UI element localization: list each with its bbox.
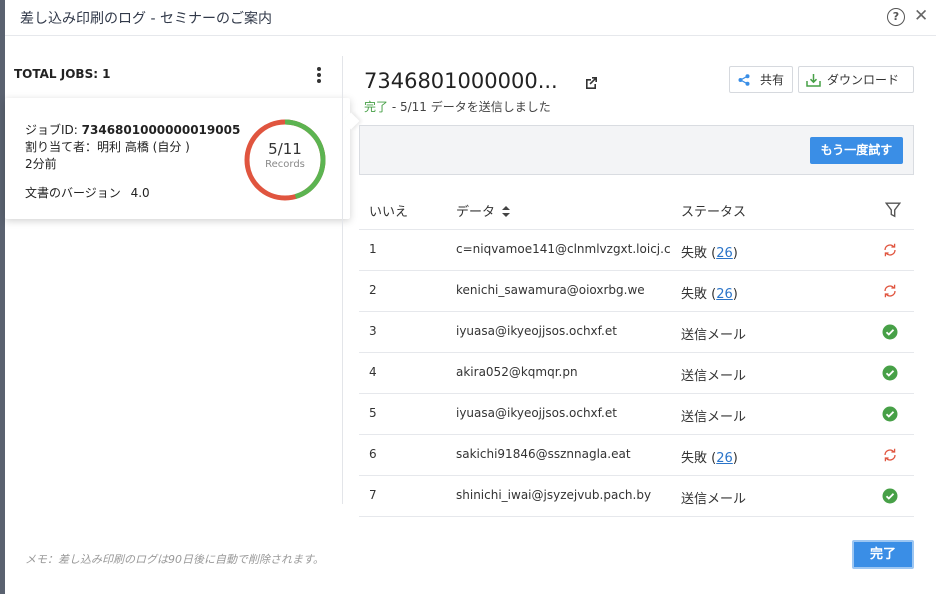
row-data: shinichi_iwai@jsyzejvub.pach.by bbox=[456, 488, 652, 502]
footer-note: メモ：差し込み印刷のログは90日後に自動で削除されます。 bbox=[25, 553, 324, 566]
share-button[interactable]: 共有 bbox=[729, 66, 793, 93]
merge-log-dialog: 差し込み印刷のログ - セミナーのご案内 ? ✕ TOTAL JOBS: 1 ジ… bbox=[0, 0, 936, 594]
job-id-line: ジョブID: 7346801000000019005 bbox=[25, 121, 240, 138]
version-value: 4.0 bbox=[130, 186, 150, 200]
row-data: c=niqvamoe141@clnmlvzgxt.loicj.cb bbox=[456, 242, 671, 256]
download-button[interactable]: ダウンロード bbox=[798, 66, 914, 93]
table-row: 7 shinichi_iwai@jsyzejvub.pach.by 送信メール bbox=[359, 476, 914, 517]
retry-button[interactable]: もう一度試す bbox=[810, 137, 903, 164]
table-row: 4 akira052@kqmqr.pn 送信メール bbox=[359, 353, 914, 394]
row-number: 5 bbox=[369, 406, 377, 420]
row-number: 7 bbox=[369, 488, 377, 502]
row-data: sakichi91846@ssznnagla.eat bbox=[456, 447, 631, 461]
download-icon bbox=[806, 73, 821, 87]
table-row: 5 iyuasa@ikyeojjsos.ochxf.et 送信メール bbox=[359, 394, 914, 435]
error-count-link[interactable]: 26 bbox=[716, 451, 733, 466]
job-id-label: ジョブID: bbox=[25, 123, 78, 137]
retry-icon[interactable] bbox=[882, 242, 898, 258]
row-status: 失敗 (26) bbox=[681, 246, 738, 261]
records-table: いいえ データ ステータス 1 c=niqvamoe141@clnmlvzgxt.… bbox=[359, 189, 914, 517]
table-row: 6 sakichi91846@ssznnagla.eat 失敗 (26) bbox=[359, 435, 914, 476]
filter-icon[interactable] bbox=[885, 202, 901, 218]
close-icon[interactable]: ✕ bbox=[914, 6, 928, 26]
row-status-text: 失敗 bbox=[681, 287, 708, 302]
row-status-text: 送信メール bbox=[681, 369, 747, 384]
job-detail-panel: 7346801000000... 完了 - 5/11 データを送信しました 共有… bbox=[343, 37, 936, 517]
row-status-text: 送信メール bbox=[681, 328, 747, 343]
status-done: 完了 bbox=[364, 100, 389, 114]
table-row: 1 c=niqvamoe141@clnmlvzgxt.loicj.cb 失敗 (26… bbox=[359, 230, 914, 271]
version-line: 文書のバージョン 4.0 bbox=[25, 184, 150, 201]
job-id-value: 7346801000000019005 bbox=[81, 123, 241, 137]
row-number: 1 bbox=[369, 242, 377, 256]
error-count-link[interactable]: 26 bbox=[716, 287, 733, 302]
row-data: iyuasa@ikyeojjsos.ochxf.et bbox=[456, 324, 617, 338]
table-row: 2 kenichi_sawamura@oioxrbg.we 失敗 (26) bbox=[359, 271, 914, 312]
records-label: Records bbox=[265, 159, 305, 170]
version-label: 文書のバージョン bbox=[25, 186, 121, 200]
row-status: 送信メール bbox=[681, 324, 746, 343]
row-status: 送信メール bbox=[681, 406, 746, 425]
job-card[interactable]: ジョブID: 7346801000000019005 割り当て者：明利 高橋 (… bbox=[5, 98, 360, 219]
row-number: 3 bbox=[369, 324, 377, 338]
sort-icon bbox=[502, 206, 511, 217]
external-link-icon[interactable] bbox=[583, 75, 599, 91]
row-data: iyuasa@ikyeojjsos.ochxf.et bbox=[456, 406, 617, 420]
row-number: 6 bbox=[369, 447, 377, 461]
assigned-value: 明利 高橋 (自分 ) bbox=[97, 140, 190, 154]
share-label: 共有 bbox=[760, 73, 785, 87]
done-button[interactable]: 完了 bbox=[852, 540, 914, 569]
table-body: 1 c=niqvamoe141@clnmlvzgxt.loicj.cb 失敗 (26… bbox=[359, 230, 914, 517]
download-label: ダウンロード bbox=[827, 73, 900, 87]
row-status: 送信メール bbox=[681, 365, 746, 384]
row-data: akira052@kqmqr.pn bbox=[456, 365, 578, 379]
jobs-panel: TOTAL JOBS: 1 ジョブID: 7346801000000019005… bbox=[5, 37, 360, 507]
share-icon bbox=[738, 73, 750, 86]
row-number: 2 bbox=[369, 283, 377, 297]
row-status: 失敗 (26) bbox=[681, 287, 738, 302]
row-status-text: 失敗 bbox=[681, 246, 708, 261]
check-circle-icon bbox=[882, 365, 898, 381]
more-options-icon[interactable] bbox=[317, 67, 323, 85]
table-header: いいえ データ ステータス bbox=[359, 189, 914, 230]
records-count: 5/11 bbox=[268, 140, 302, 158]
assigned-label: 割り当て者： bbox=[25, 140, 98, 154]
column-status[interactable]: ステータス bbox=[681, 201, 746, 220]
job-status-line: 完了 - 5/11 データを送信しました bbox=[364, 98, 551, 115]
row-data: kenichi_sawamura@oioxrbg.we bbox=[456, 283, 645, 297]
job-time: 2分前 bbox=[25, 157, 57, 171]
row-status-text: 送信メール bbox=[681, 410, 747, 425]
dialog-title: 差し込み印刷のログ - セミナーのご案内 bbox=[20, 11, 272, 27]
question-circle-icon[interactable]: ? bbox=[887, 8, 905, 26]
error-count-link[interactable]: 26 bbox=[716, 246, 733, 261]
row-status: 送信メール bbox=[681, 488, 746, 507]
assigned-line: 割り当て者：明利 高橋 (自分 ) bbox=[25, 138, 190, 155]
row-number: 4 bbox=[369, 365, 377, 379]
retry-bar: もう一度試す bbox=[359, 125, 914, 175]
row-status: 失敗 (26) bbox=[681, 451, 738, 466]
records-counter: 5/11 Records bbox=[243, 140, 327, 170]
check-circle-icon bbox=[882, 406, 898, 422]
column-data-label: データ bbox=[456, 205, 496, 220]
check-circle-icon bbox=[882, 324, 898, 340]
title-bar: 差し込み印刷のログ - セミナーのご案内 ? ✕ bbox=[5, 0, 936, 36]
row-status-text: 失敗 bbox=[681, 451, 708, 466]
total-jobs-header: TOTAL JOBS: 1 bbox=[14, 67, 111, 81]
table-row: 3 iyuasa@ikyeojjsos.ochxf.et 送信メール bbox=[359, 312, 914, 353]
retry-icon[interactable] bbox=[882, 283, 898, 299]
job-title: 7346801000000... bbox=[364, 69, 558, 93]
row-status-text: 送信メール bbox=[681, 492, 747, 507]
column-no[interactable]: いいえ bbox=[369, 201, 408, 220]
check-circle-icon bbox=[882, 488, 898, 504]
column-data[interactable]: データ bbox=[456, 201, 511, 220]
retry-icon[interactable] bbox=[882, 447, 898, 463]
status-detail: - 5/11 データを送信しました bbox=[388, 100, 551, 114]
